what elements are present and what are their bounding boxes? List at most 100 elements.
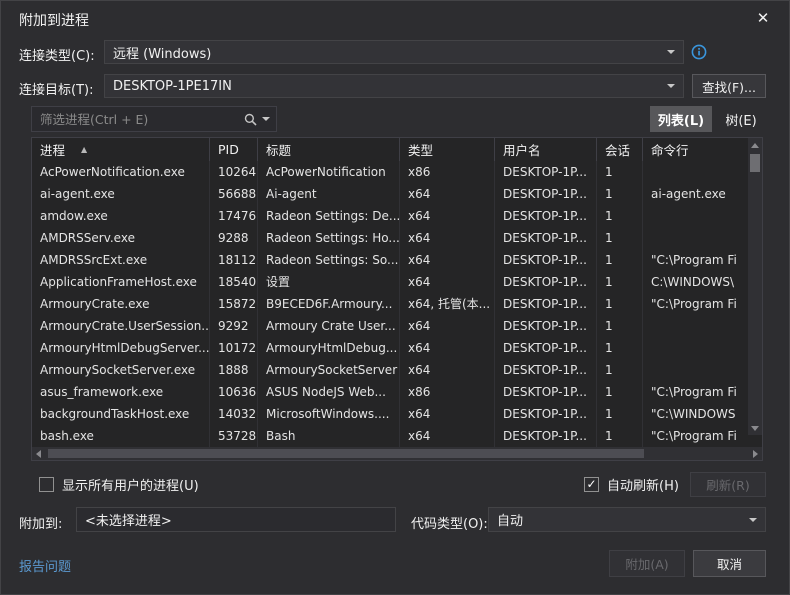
process-table-body: AcPowerNotification.exe 10264 AcPowerNot…	[32, 161, 748, 447]
table-row[interactable]: AMDRSSrcExt.exe 18112 Radeon Settings: S…	[32, 249, 748, 271]
cell-pid: 18540	[210, 271, 258, 293]
scroll-left-icon[interactable]	[36, 450, 41, 458]
cell-cmdline	[643, 205, 748, 227]
cell-type: x64	[400, 183, 495, 205]
connection-target-dropdown[interactable]: DESKTOP-1PE17IN	[104, 74, 684, 98]
cell-cmdline	[643, 359, 748, 381]
table-row[interactable]: backgroundTaskHost.exe 14032 MicrosoftWi…	[32, 403, 748, 425]
filter-processes-box	[31, 106, 277, 132]
find-button[interactable]: 查找(F)...	[692, 74, 766, 98]
cell-pid: 18112	[210, 249, 258, 271]
view-list-button[interactable]: 列表(L)	[650, 106, 712, 132]
column-header-user[interactable]: 用户名	[495, 138, 597, 161]
cell-title: Radeon Settings: So...	[258, 249, 400, 271]
attach-to-input[interactable]	[85, 512, 387, 527]
cell-type: x64	[400, 271, 495, 293]
show-all-users-checkbox-row[interactable]: 显示所有用户的进程(U)	[39, 475, 199, 494]
cell-process: ArmourySocketServer.exe	[32, 359, 210, 381]
cell-cmdline	[643, 315, 748, 337]
vertical-scrollbar-thumb[interactable]	[750, 154, 760, 172]
table-row[interactable]: ArmourySocketServer.exe 1888 ArmourySock…	[32, 359, 748, 381]
column-header-pid[interactable]: PID	[210, 138, 258, 161]
table-row[interactable]: AMDRSServ.exe 9288 Radeon Settings: Ho..…	[32, 227, 748, 249]
table-row[interactable]: AcPowerNotification.exe 10264 AcPowerNot…	[32, 161, 748, 183]
search-icon[interactable]	[244, 113, 257, 126]
cell-session: 1	[597, 337, 643, 359]
refresh-button[interactable]: 刷新(R)	[690, 472, 766, 497]
column-header-process[interactable]: 进程 ▲	[32, 138, 210, 161]
scroll-down-icon[interactable]	[751, 426, 759, 431]
cell-session: 1	[597, 161, 643, 183]
cell-pid: 14032	[210, 403, 258, 425]
cell-pid: 10172	[210, 337, 258, 359]
dialog-title: 附加到进程	[19, 10, 89, 30]
cell-title: ASUS NodeJS Web...	[258, 381, 400, 403]
cell-pid: 17476	[210, 205, 258, 227]
cell-title: ArmourySocketServer	[258, 359, 400, 381]
code-type-dropdown[interactable]: 自动	[488, 507, 766, 532]
show-all-users-checkbox[interactable]	[39, 477, 54, 492]
cell-process: ai-agent.exe	[32, 183, 210, 205]
chevron-down-icon	[667, 84, 675, 88]
cell-user: DESKTOP-1P...	[495, 161, 597, 183]
auto-refresh-checkbox[interactable]: ✓	[584, 477, 599, 492]
cell-cmdline: ai-agent.exe	[643, 183, 748, 205]
info-icon[interactable]	[691, 44, 707, 60]
cell-session: 1	[597, 271, 643, 293]
report-problem-link[interactable]: 报告问题	[19, 556, 71, 575]
column-header-cmdline[interactable]: 命令行	[643, 138, 748, 161]
scroll-up-icon[interactable]	[751, 143, 759, 148]
cell-title: MicrosoftWindows....	[258, 403, 400, 425]
table-row[interactable]: ArmouryHtmlDebugServer.... 10172 Armoury…	[32, 337, 748, 359]
cell-session: 1	[597, 315, 643, 337]
view-tree-button[interactable]: 树(E)	[716, 106, 766, 132]
auto-refresh-checkbox-row[interactable]: ✓ 自动刷新(H)	[584, 475, 679, 494]
cell-session: 1	[597, 403, 643, 425]
cell-cmdline: C:\WINDOWS\	[643, 271, 748, 293]
cell-user: DESKTOP-1P...	[495, 403, 597, 425]
cell-title: Ai-agent	[258, 183, 400, 205]
cell-type: x64	[400, 403, 495, 425]
cell-process: AMDRSServ.exe	[32, 227, 210, 249]
cell-title: ArmouryHtmlDebug...	[258, 337, 400, 359]
cell-cmdline: "C:\Program Fi	[643, 381, 748, 403]
cell-user: DESKTOP-1P...	[495, 227, 597, 249]
cell-title: B9ECED6F.Armoury...	[258, 293, 400, 315]
cell-user: DESKTOP-1P...	[495, 315, 597, 337]
cell-session: 1	[597, 205, 643, 227]
attach-button[interactable]: 附加(A)	[609, 550, 685, 577]
cell-session: 1	[597, 425, 643, 447]
scroll-right-icon[interactable]	[753, 450, 758, 458]
column-header-session[interactable]: 会话	[597, 138, 643, 161]
table-row[interactable]: ai-agent.exe 56688 Ai-agent x64 DESKTOP-…	[32, 183, 748, 205]
cell-pid: 15872	[210, 293, 258, 315]
cell-user: DESKTOP-1P...	[495, 249, 597, 271]
cell-title: 设置	[258, 271, 400, 293]
filter-processes-input[interactable]	[40, 112, 244, 127]
chevron-down-icon[interactable]	[262, 117, 270, 121]
chevron-down-icon	[667, 50, 675, 54]
cell-process: AMDRSSrcExt.exe	[32, 249, 210, 271]
cell-title: Bash	[258, 425, 400, 447]
table-row[interactable]: ArmouryCrate.exe 15872 B9ECED6F.Armoury.…	[32, 293, 748, 315]
cell-session: 1	[597, 381, 643, 403]
close-icon[interactable]: ✕	[749, 5, 777, 31]
horizontal-scrollbar[interactable]	[32, 447, 762, 460]
column-header-title[interactable]: 标题	[258, 138, 400, 161]
table-row[interactable]: amdow.exe 17476 Radeon Settings: De... x…	[32, 205, 748, 227]
column-header-type[interactable]: 类型	[400, 138, 495, 161]
show-all-users-label: 显示所有用户的进程(U)	[62, 475, 199, 494]
table-row[interactable]: asus_framework.exe 10636 ASUS NodeJS Web…	[32, 381, 748, 403]
table-row[interactable]: bash.exe 53728 Bash x64 DESKTOP-1P... 1 …	[32, 425, 748, 447]
attach-to-label: 附加到:	[19, 513, 62, 532]
horizontal-scrollbar-thumb[interactable]	[48, 449, 644, 458]
cell-type: x64, 托管(本...	[400, 293, 495, 315]
cancel-button[interactable]: 取消	[693, 550, 766, 577]
cell-pid: 53728	[210, 425, 258, 447]
connection-type-dropdown[interactable]: 远程 (Windows)	[104, 40, 684, 64]
table-row[interactable]: ApplicationFrameHost.exe 18540 设置 x64 DE…	[32, 271, 748, 293]
cell-session: 1	[597, 227, 643, 249]
code-type-value: 自动	[497, 510, 749, 529]
vertical-scrollbar[interactable]	[748, 138, 762, 435]
table-row[interactable]: ArmouryCrate.UserSession... 9292 Armoury…	[32, 315, 748, 337]
